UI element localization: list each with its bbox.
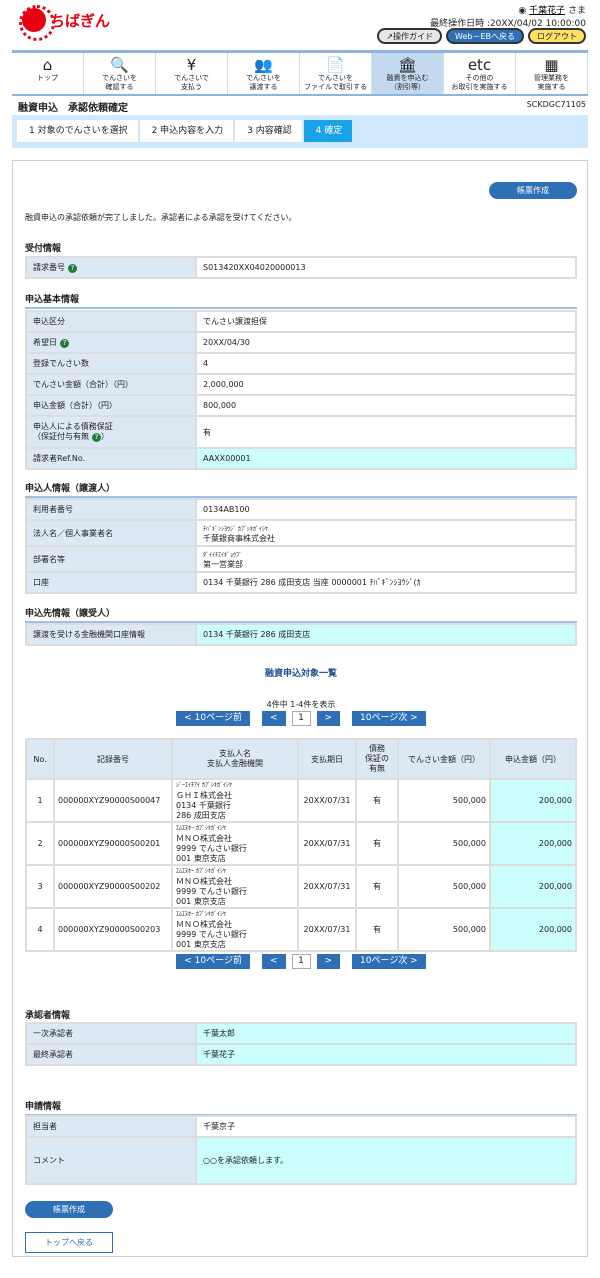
table-row: 申込区分 でんさい譲渡担保 <box>25 310 577 333</box>
table-row: 担当者 千葉京子 <box>25 1115 577 1138</box>
table-row: コメント ○○を承認依頼します。 <box>25 1136 577 1185</box>
table-row: 希望日? 20XX/04/30 <box>25 331 577 354</box>
table-header: No. 記録番号 支払人名 支払人金融機関 支払期日 債務 保証の 有無 でんさ… <box>25 738 577 780</box>
external-link-icon: ↗ <box>386 32 394 41</box>
guide-button[interactable]: ↗操作ガイド <box>377 28 443 44</box>
screen-code: SCKDGC71105 <box>526 100 586 109</box>
next-button[interactable]: > <box>316 954 341 969</box>
destination-title: 申込先情報（譲受人） <box>25 606 577 623</box>
comment-value: ○○を承認依頼します。 <box>195 1136 577 1185</box>
basic-title: 申込基本情報 <box>25 292 577 309</box>
people-icon: 👥 <box>254 56 273 74</box>
step-3: 3 内容確認 <box>235 120 302 142</box>
table-row: 請求者Ref.No. AAXX00001 <box>25 447 577 470</box>
search-icon: 🔍 <box>110 56 129 74</box>
table-row: でんさい金額（合計）（円） 2,000,000 <box>25 373 577 396</box>
basic-table: 申込区分 でんさい譲渡担保 希望日? 20XX/04/30 登録でんさい数 4 でんさ… <box>25 310 577 470</box>
logo-mark-icon <box>19 5 55 41</box>
web-eb-button[interactable]: Web－EBへ戻る <box>446 28 524 44</box>
table-row: 一次承認者 千葉太郎 <box>25 1022 577 1045</box>
table-row: 2 000000XYZ90000S00201 ｴﾑｴﾇｵｰ ｶﾌﾞｼｷｶﾞｲｼﾔ ＭＮ… <box>25 821 577 866</box>
applicant-title: 申込人情報（譲渡人） <box>25 481 577 498</box>
chibagin-logo[interactable]: ちばぎん <box>19 5 110 41</box>
admin-icon: ▦ <box>544 56 559 74</box>
logout-button[interactable]: ログアウト <box>528 28 586 44</box>
step-4-current: 4 確定 <box>303 120 353 142</box>
nav-item-7[interactable]: ▦ 管理業務を 実施する <box>516 53 588 94</box>
main-content: 帳票作成 融資申込の承認依頼が完了しました。承認者による承認を受けてください。 … <box>12 160 588 1257</box>
prev-button[interactable]: < <box>261 711 286 726</box>
table-row: 登録でんさい数 4 <box>25 352 577 375</box>
pager-bottom: < 10ページ前 <1 >10ページ次 > <box>13 954 589 969</box>
nav-item-1[interactable]: 🔍 でんさいを 確認する <box>84 53 156 94</box>
table-row: 法人名／個人事業者名 ﾁﾊﾞｷﾞﾝｼﾖｳｼﾞ ｶﾌﾞｼｷｶﾞｲｼﾔ 千葉銀商事株式会… <box>25 519 577 547</box>
home-icon: ⌂ <box>42 56 53 74</box>
nav-item-2[interactable]: ¥ でんさいで 支払う <box>156 53 228 94</box>
bank-icon: 🏛 <box>397 56 418 74</box>
help-icon[interactable]: ? <box>60 339 69 348</box>
table-row: 3 000000XYZ90000S00202 ｴﾑｴﾇｵｰ ｶﾌﾞｼｷｶﾞｲｼﾔ ＭＮ… <box>25 864 577 909</box>
table-row: 利用者番号 0134AB100 <box>25 498 577 521</box>
help-icon[interactable]: ? <box>92 433 101 442</box>
back-to-top-button[interactable]: トップへ戻る <box>25 1232 113 1253</box>
request-title: 申請情報 <box>25 1099 577 1116</box>
help-icon[interactable]: ? <box>68 264 77 273</box>
prev-button[interactable]: < <box>261 954 286 969</box>
destination-table: 譲渡を受ける金融機関口座情報 0134 千葉銀行 286 成田支店 <box>25 623 577 646</box>
main-nav: ⌂ トップ 🔍 でんさいを 確認する ¥ でんさいで 支払う 👥 でんさいを 譲渡する 📄 でんさいをフ… <box>12 50 588 96</box>
nav-item-3[interactable]: 👥 でんさいを 譲渡する <box>228 53 300 94</box>
header: ちばぎん ◉ 千葉花子 さま 最終操作日時 :20XX/04/02 10:00:… <box>0 0 600 48</box>
progress-steps: 1 対象のでんさいを選択 2 申込内容を入力 3 内容確認 4 確定 <box>12 115 588 148</box>
table-row: 部署名等 ﾀﾞｲｲﾁｴｲｷﾞｮｳﾌﾞ 第一営業部 <box>25 545 577 573</box>
nav-item-4[interactable]: 📄 でんさいを ファイルで取引する <box>300 53 372 94</box>
prev-10-button[interactable]: < 10ページ前 <box>176 711 250 726</box>
prev-10-button[interactable]: < 10ページ前 <box>176 954 250 969</box>
etc-icon: etc <box>467 56 492 74</box>
applicant-table: 利用者番号 0134AB100 法人名／個人事業者名 ﾁﾊﾞｷﾞﾝｼﾖｳｼﾞ ｶﾌﾞ… <box>25 498 577 594</box>
request-table: 担当者 千葉京子 コメント ○○を承認依頼します。 <box>25 1115 577 1185</box>
page-title: 融資申込 承認依頼確定 <box>18 103 128 114</box>
table-row: 申込金額（合計）（円） 800,000 <box>25 394 577 417</box>
page-number[interactable]: 1 <box>291 954 311 969</box>
loan-target-table: No. 記録番号 支払人名 支払人金融機関 支払期日 債務 保証の 有無 でんさ… <box>25 738 577 952</box>
step-1: 1 対象のでんさいを選択 <box>17 120 138 142</box>
yen-icon: ¥ <box>186 56 197 74</box>
nav-item-5[interactable]: 🏛 融資を申込む （割引等） <box>372 53 444 94</box>
next-10-button[interactable]: 10ページ次 > <box>352 954 426 969</box>
user-info: ◉ 千葉花子 さま <box>518 6 586 16</box>
user-icon: ◉ <box>518 6 527 16</box>
nav-item-0[interactable]: ⌂ トップ <box>12 53 84 94</box>
nav-item-6[interactable]: etc その他の お取引を実施する <box>444 53 516 94</box>
report-button-top[interactable]: 帳票作成 <box>489 182 577 199</box>
approver-table: 一次承認者 千葉太郎 最終承認者 千葉花子 <box>25 1022 577 1066</box>
file-icon: 📄 <box>326 56 345 74</box>
table-row: 申込人による債務保証 （保証付与有無?）有 <box>25 415 577 449</box>
user-name-link[interactable]: 千葉花子 <box>529 6 565 16</box>
report-button-bottom[interactable]: 帳票作成 <box>25 1201 113 1218</box>
page-number[interactable]: 1 <box>291 711 311 726</box>
next-button[interactable]: > <box>316 711 341 726</box>
step-2: 2 申込内容を入力 <box>139 120 234 142</box>
table-row: 請求番号? S013420XX04020000013 <box>25 256 577 279</box>
list-title: 融資申込対象一覧 <box>264 669 337 679</box>
completion-message: 融資申込の承認依頼が完了しました。承認者による承認を受けてください。 <box>25 213 297 222</box>
table-row: 譲渡を受ける金融機関口座情報 0134 千葉銀行 286 成田支店 <box>25 623 577 646</box>
next-10-button[interactable]: 10ページ次 > <box>352 711 426 726</box>
table-row: 4 000000XYZ90000S00203 ｴﾑｴﾇｵｰ ｶﾌﾞｼｷｶﾞｲｼﾔ ＭＮ… <box>25 907 577 952</box>
pager-top: < 10ページ前 <1 >10ページ次 > <box>13 711 589 726</box>
table-row: 口座 0134 千葉銀行 286 成田支店 当座 0000001 ﾁﾊﾞｷﾞﾝｼﾖ… <box>25 571 577 594</box>
table-row: 最終承認者 千葉花子 <box>25 1043 577 1066</box>
reception-table: 請求番号? S013420XX04020000013 <box>25 256 577 279</box>
table-row: 1 000000XYZ90000S00047 ｼﾞｰｴｲﾁｱｲ ｶﾌﾞｼｷｶﾞｲｼﾔ… <box>25 778 577 823</box>
count-text: 4件中 1-4件を表示 <box>266 700 336 709</box>
